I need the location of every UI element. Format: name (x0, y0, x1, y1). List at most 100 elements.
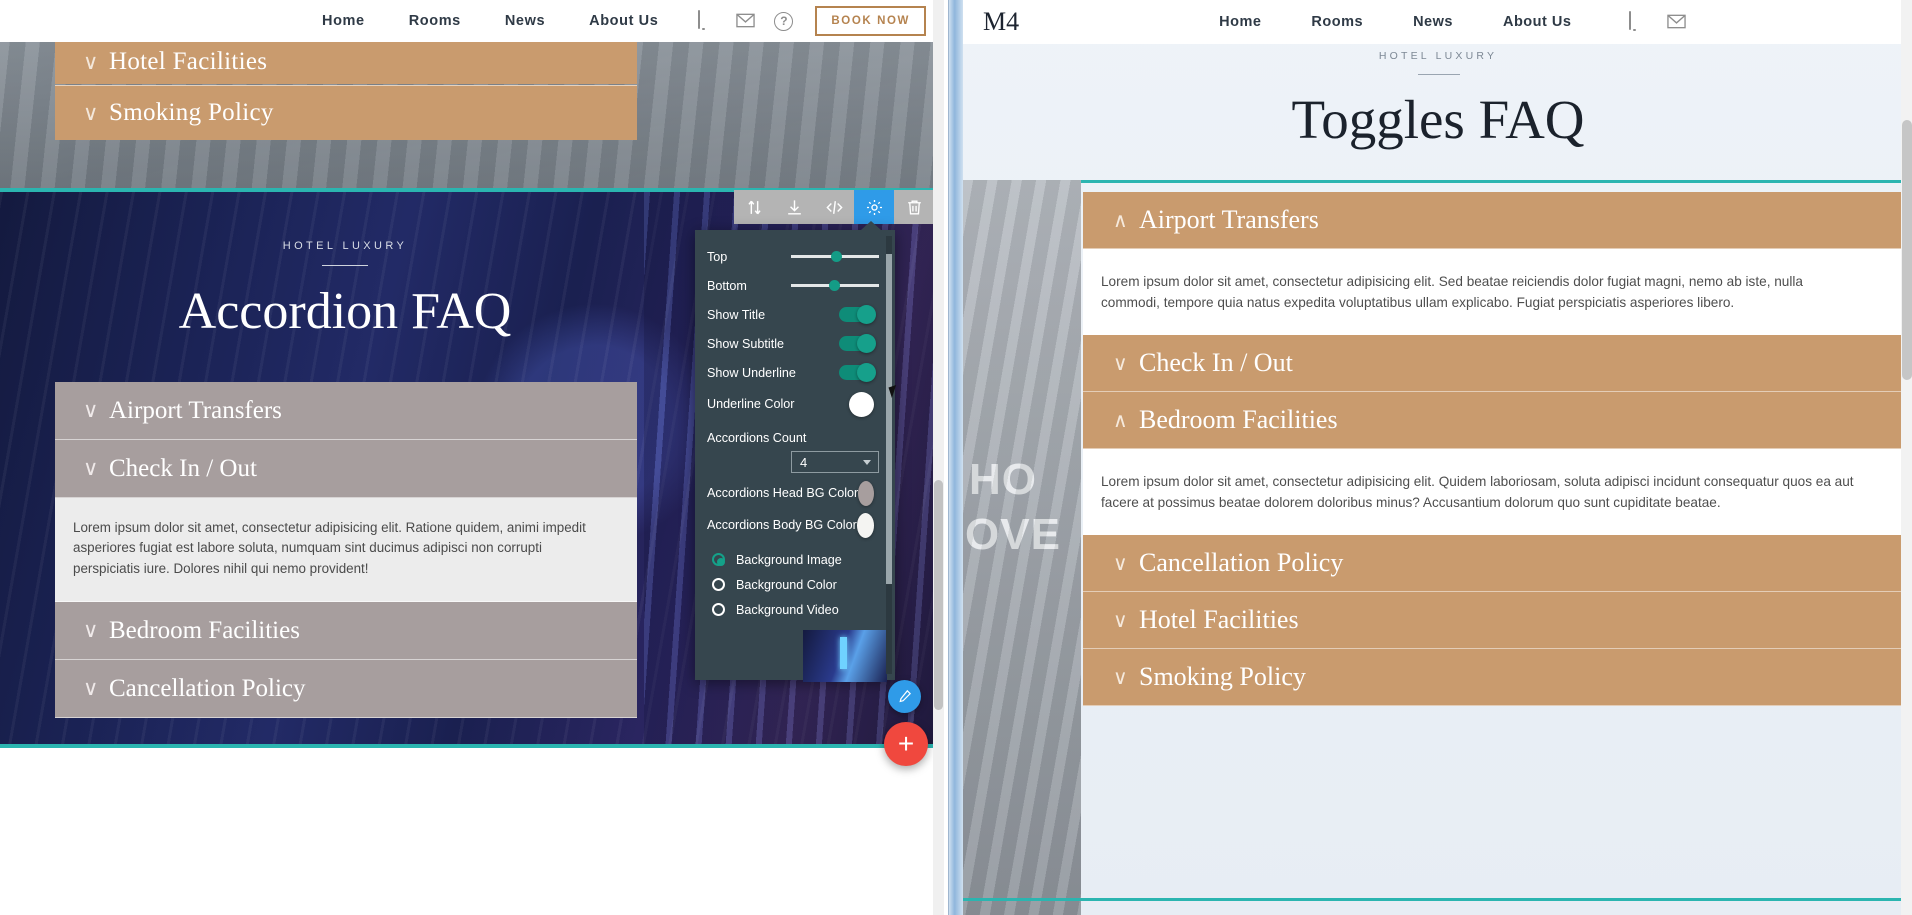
slider-knob[interactable] (829, 280, 840, 291)
radio-icon (712, 578, 725, 591)
chevron-down-icon: ∨ (1113, 609, 1128, 632)
add-block-button[interactable]: + (884, 722, 928, 766)
accordion-body-check-in-out: Lorem ipsum dolor sit amet, consectetur … (55, 498, 637, 603)
chevron-down-icon: ∨ (1113, 552, 1128, 575)
accordion-header-airport-transfers[interactable]: ∧ Airport Transfers (1083, 192, 1912, 249)
preview-page-title: Toggles FAQ (1291, 89, 1585, 150)
nav-icons: ? (698, 10, 794, 31)
nav-link-about-us[interactable]: About Us (1503, 14, 1571, 30)
accordion-header-smoking-policy[interactable]: ∨ Smoking Policy (1083, 649, 1912, 707)
accordion-label: Bedroom Facilities (109, 616, 300, 644)
accordion-header-smoking-policy[interactable]: ∨ Smoking Policy (55, 85, 637, 140)
underline-divider (322, 265, 368, 266)
site-logo[interactable]: M4 (983, 7, 1019, 37)
chevron-down-icon: ∨ (83, 619, 99, 643)
accordion-header-hotel-facilities[interactable]: ∨ Hotel Facilities (55, 40, 637, 84)
section-highlight-bottom (963, 898, 1912, 901)
accordion-body-bedroom-facilities: Lorem ipsum dolor sit amet, consectetur … (1083, 449, 1912, 536)
help-icon[interactable]: ? (774, 11, 794, 31)
top-padding-slider[interactable] (791, 251, 879, 262)
head-bg-color-swatch[interactable] (858, 480, 874, 506)
setting-label-head-bg-color: Accordions Head BG Color (707, 486, 859, 500)
accordion-header-check-in-out[interactable]: ∨ Check In / Out (1083, 335, 1912, 393)
accordion-body-airport-transfers: Lorem ipsum dolor sit amet, consectetur … (1083, 249, 1912, 336)
accordions-count-value: 4 (800, 454, 808, 470)
accordion-header-cancellation-policy[interactable]: ∨ Cancellation Policy (55, 660, 637, 719)
radio-label: Background Color (736, 577, 837, 592)
preview-nav-links: Home Rooms News About Us (1219, 14, 1571, 30)
setting-label-accordions-count: Accordions Count (707, 431, 807, 445)
preview-content: M4 Home Rooms News About Us HOTEL LUXURY… (963, 0, 1912, 915)
mail-icon[interactable] (736, 11, 756, 31)
thumbnail-decor (839, 637, 847, 670)
radio-label: Background Image (736, 552, 842, 567)
setting-row-head-bg: Accordions Head BG Color (707, 477, 887, 509)
preview-scrollbar[interactable] (1901, 0, 1912, 915)
chevron-down-icon: ∨ (83, 50, 99, 74)
nav-link-home[interactable]: Home (1219, 14, 1261, 30)
nav-link-news[interactable]: News (1413, 14, 1453, 30)
brush-icon[interactable] (888, 680, 921, 713)
nav-link-rooms[interactable]: Rooms (409, 13, 461, 29)
chevron-down-icon: ∨ (1113, 352, 1128, 375)
radio-background-color[interactable]: Background Color (707, 572, 887, 597)
underline-color-swatch[interactable] (849, 391, 874, 417)
underline-divider (1418, 74, 1460, 75)
nav-link-home[interactable]: Home (322, 13, 365, 29)
radio-background-image[interactable]: Background Image (707, 547, 887, 572)
preview-pane: M4 Home Rooms News About Us HOTEL LUXURY… (948, 0, 1912, 915)
chevron-down-icon: ∨ (83, 101, 99, 125)
mail-icon[interactable] (1667, 12, 1687, 32)
accordion-header-airport-transfers[interactable]: ∨ Airport Transfers (55, 382, 637, 440)
accordions-count-select[interactable]: 4 (791, 451, 879, 473)
slider-knob[interactable] (831, 251, 842, 262)
code-icon[interactable] (814, 190, 854, 224)
download-icon[interactable] (774, 190, 814, 224)
phone-icon[interactable] (698, 10, 714, 31)
section-title: Accordion FAQ (178, 283, 512, 340)
preview-accordion-list: ∧ Airport Transfers Lorem ipsum dolor si… (1083, 192, 1912, 707)
show-underline-toggle[interactable] (839, 363, 876, 382)
section-settings-panel: Top Bottom Show Title Show Subtitle Show… (695, 221, 895, 682)
chevron-down-icon (863, 460, 871, 465)
accordion-label: Hotel Facilities (1139, 605, 1299, 635)
editor-scrollbar[interactable] (933, 0, 944, 915)
setting-label-bottom: Bottom (707, 278, 747, 293)
move-updown-icon[interactable] (734, 190, 774, 224)
nav-link-news[interactable]: News (505, 13, 545, 29)
setting-row-show-subtitle: Show Subtitle (707, 329, 887, 358)
accordion-label: Cancellation Policy (1139, 548, 1344, 578)
accordion-header-hotel-facilities[interactable]: ∨ Hotel Facilities (1083, 592, 1912, 650)
trash-icon[interactable] (894, 190, 934, 224)
show-subtitle-toggle[interactable] (839, 334, 876, 353)
phone-icon[interactable] (1629, 11, 1645, 32)
setting-row-show-underline: Show Underline (707, 358, 887, 387)
show-title-toggle[interactable] (839, 305, 876, 324)
chevron-down-icon: ∨ (83, 399, 99, 422)
accordion-header-check-in-out[interactable]: ∨ Check In / Out (55, 440, 637, 498)
accordion-list: ∨ Airport Transfers ∨ Check In / Out Lor… (55, 382, 637, 719)
radio-background-video[interactable]: Background Video (707, 597, 887, 622)
gear-icon[interactable] (854, 190, 894, 224)
nav-link-about-us[interactable]: About Us (589, 13, 658, 29)
popover-arrow (861, 221, 881, 230)
accordion-label: Check In / Out (1139, 348, 1293, 378)
pane-divider[interactable] (949, 0, 963, 915)
background-image-thumbnail[interactable] (803, 630, 887, 682)
preview-side-photo: HO OVE (963, 180, 1081, 915)
accordion-label: Smoking Policy (1139, 662, 1306, 692)
accordion-header-cancellation-policy[interactable]: ∨ Cancellation Policy (1083, 535, 1912, 593)
settings-scrollbar[interactable] (886, 236, 892, 674)
radio-label: Background Video (736, 602, 839, 617)
accordion-label: Cancellation Policy (109, 674, 306, 702)
nav-links: Home Rooms News About Us (322, 13, 658, 29)
setting-row-bottom: Bottom (707, 271, 887, 300)
nav-link-rooms[interactable]: Rooms (1311, 14, 1363, 30)
body-bg-color-swatch[interactable] (856, 512, 874, 538)
app-root: ∨ Hotel Facilities ∨ Smoking Policy Home… (0, 0, 1912, 915)
photo-text: HO (969, 455, 1037, 504)
accordion-header-bedroom-facilities[interactable]: ∨ Bedroom Facilities (55, 602, 637, 661)
book-now-button[interactable]: BOOK NOW (815, 6, 926, 36)
bottom-padding-slider[interactable] (791, 280, 879, 291)
accordion-header-bedroom-facilities[interactable]: ∧ Bedroom Facilities (1083, 392, 1912, 450)
